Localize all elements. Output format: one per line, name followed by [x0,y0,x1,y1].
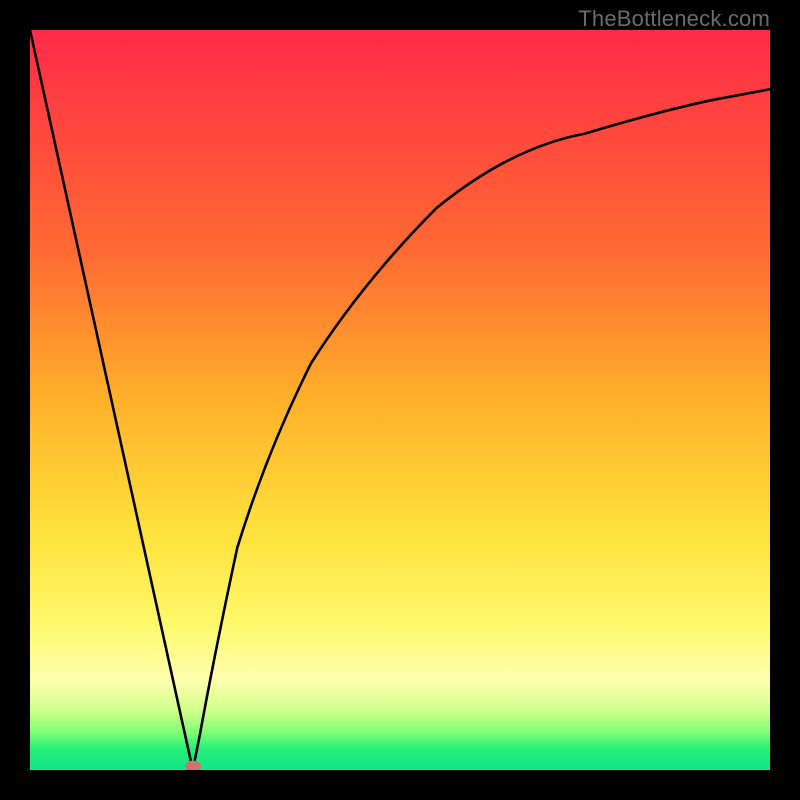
curve-left-branch [30,30,193,770]
optimum-marker [185,761,201,771]
chart-frame: TheBottleneck.com [0,0,800,800]
curve-right-branch [193,89,770,770]
attribution-text: TheBottleneck.com [578,6,770,32]
curve-layer [30,30,770,770]
plot-area [30,30,770,770]
